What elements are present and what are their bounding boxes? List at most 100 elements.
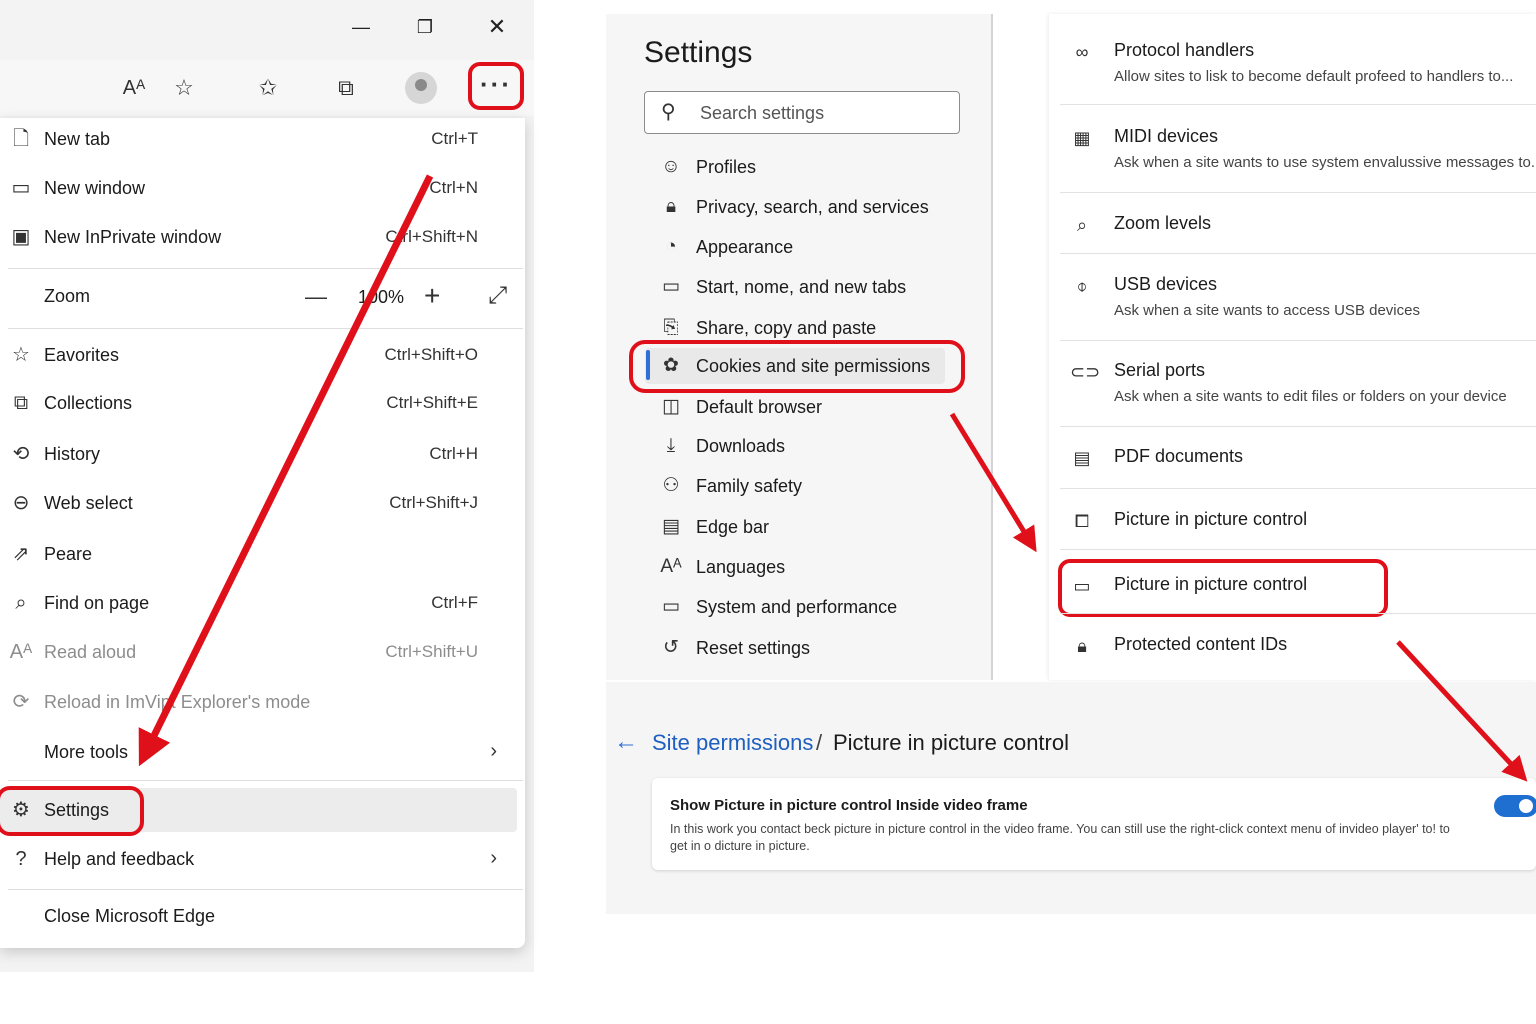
favorites-icon: ☆	[12, 344, 30, 366]
menu-item-read-aloud[interactable]: Aᴬ Read aloud Ctrl+Shift+U	[0, 631, 525, 675]
list-divider	[1060, 426, 1536, 427]
perm-protected-content[interactable]: 🔒︎ Protected content IDs	[1060, 634, 1536, 664]
edge-bar-icon: ▤	[662, 516, 680, 537]
menu-item-close-edge[interactable]: Close Microsoft Edge	[0, 895, 525, 939]
system-icon: ▭	[662, 596, 680, 617]
list-divider	[1060, 192, 1536, 193]
favorites-icon[interactable]: ✩	[250, 70, 286, 106]
nav-item-downloads[interactable]: ⤓ Downloads	[658, 427, 958, 465]
fullscreen-icon[interactable]: ⤢	[488, 282, 507, 310]
settings-annotation-ring	[0, 786, 144, 836]
page-title: Settings	[644, 36, 753, 69]
menu-divider	[8, 780, 523, 781]
nav-item-languages[interactable]: Aᴬ Languages	[658, 548, 958, 586]
zoom-in-button[interactable]: +	[424, 280, 440, 312]
perm-serial-ports[interactable]: ⊂⊃ Serial ports Ask when a site wants to…	[1060, 360, 1536, 420]
pip-icon: ⧠	[1074, 511, 1090, 531]
new-tab-icon: 🗋	[12, 128, 30, 150]
menu-item-collections[interactable]: ⧉ Collections Ctrl+Shift+E	[0, 382, 525, 426]
share-copy-icon: ⎘	[663, 317, 679, 338]
avatar[interactable]	[405, 72, 437, 104]
link-icon: ∞	[1075, 42, 1089, 62]
nav-item-appearance[interactable]: ◔ Appearance	[658, 228, 958, 266]
menu-item-inprivate[interactable]: ▣ New InPrivate window Ctrl+Shift+N	[0, 216, 525, 260]
reset-icon: ↺	[663, 637, 679, 658]
menu-item-share[interactable]: ⇗ Peare	[0, 533, 525, 577]
minimize-icon[interactable]: —	[346, 12, 376, 42]
perm-pdf-documents[interactable]: ▤ PDF documents	[1060, 446, 1536, 476]
family-icon: ⚇	[662, 475, 680, 496]
nav-item-default-browser[interactable]: ◫ Default browser	[658, 388, 958, 426]
appearance-icon: ◔	[665, 236, 677, 257]
history-icon: ⟲	[12, 443, 30, 465]
nav-item-reset[interactable]: ↺ Reset settings	[658, 629, 958, 667]
ie-mode-icon: ⟳	[12, 691, 30, 713]
menu-item-web-select[interactable]: ⊖ Web select Ctrl+Shift+J	[0, 482, 525, 526]
collections-icon: ⧉	[13, 392, 29, 414]
list-divider	[1060, 488, 1536, 489]
breadcrumb-current: Picture in picture control	[833, 730, 1069, 755]
browser-icon: ◫	[662, 396, 680, 417]
inprivate-icon: ▣	[11, 226, 31, 248]
menu-item-more-tools[interactable]: More tools ›	[0, 731, 525, 775]
find-icon: ⌕	[15, 592, 27, 614]
cookies-annotation-ring	[629, 340, 965, 393]
perm-usb-devices[interactable]: ⌽ USB devices Ask when a site wants to a…	[1060, 274, 1536, 334]
zoom-level: 100%	[358, 287, 405, 307]
nav-item-profiles[interactable]: ☺ Profiles	[658, 148, 958, 186]
add-favorite-icon[interactable]: ☆	[166, 70, 202, 106]
menu-item-favorites[interactable]: ☆ Eavorites Ctrl+Shift+O	[0, 334, 525, 378]
close-icon[interactable]: ✕	[482, 12, 512, 42]
web-select-icon: ⊖	[12, 492, 30, 514]
nav-item-edge-bar[interactable]: ▤ Edge bar	[658, 508, 958, 546]
collections-icon[interactable]: ⧉	[328, 70, 364, 106]
menu-item-new-window[interactable]: ▭ New window Ctrl+N	[0, 167, 525, 211]
panel-divider	[991, 14, 993, 680]
nav-item-privacy[interactable]: 🔒︎ Privacy, search, and services	[658, 188, 958, 226]
menu-item-help[interactable]: ? Help and feedback ›	[0, 838, 525, 882]
list-divider	[1060, 340, 1536, 341]
menu-divider	[8, 889, 523, 890]
setting-description: In this work you contact beck picture in…	[670, 822, 1450, 853]
nav-item-family[interactable]: ⚇ Family safety	[658, 467, 958, 505]
list-divider	[1060, 253, 1536, 254]
download-icon: ⤓	[666, 435, 676, 456]
start-page-icon: ▭	[662, 276, 680, 297]
perm-picture-in-picture[interactable]: ⧠ Picture in picture control	[1060, 509, 1536, 539]
more-options-button[interactable]: ···	[468, 62, 524, 110]
perm-protocol-handlers[interactable]: ∞ Protocol handlers Allow sites to lisk …	[1060, 40, 1536, 100]
midi-icon: ▦	[1073, 128, 1091, 148]
menu-item-new-tab[interactable]: 🗋 New tab Ctrl+T	[0, 118, 525, 162]
help-icon: ?	[15, 848, 27, 870]
lock-icon: 🔒︎	[665, 196, 677, 217]
toggle-knob	[1519, 799, 1533, 813]
chevron-right-icon: ›	[490, 847, 497, 869]
profile-icon: ☺	[661, 156, 681, 177]
nav-item-system[interactable]: ▭ System and performance	[658, 588, 958, 626]
menu-item-ie-mode[interactable]: ⟳ Reload in ImVipt Explorer's mode	[0, 681, 525, 725]
pdf-icon: ▤	[1073, 448, 1091, 468]
search-icon: ⚲	[661, 101, 676, 123]
perm-zoom-levels[interactable]: ⌕ Zoom levels	[1060, 213, 1536, 243]
menu-divider	[8, 268, 523, 269]
serial-port-icon: ⊂⊃	[1070, 362, 1101, 382]
menu-divider	[8, 328, 523, 329]
restore-icon[interactable]: ❐	[410, 12, 440, 42]
list-divider	[1060, 549, 1536, 550]
language-icon: Aᴬ	[660, 556, 682, 577]
breadcrumb-link[interactable]: Site permissions	[652, 730, 813, 756]
menu-item-find-on-page[interactable]: ⌕ Find on page Ctrl+F	[0, 582, 525, 626]
read-aloud-icon[interactable]: Aᴬ	[116, 70, 152, 106]
setting-title: Show Picture in picture control Inside v…	[670, 797, 1028, 814]
back-arrow-icon[interactable]: ←	[614, 728, 638, 756]
pip-annotation-ring	[1058, 559, 1388, 617]
zoom-out-button[interactable]: —	[305, 284, 327, 310]
list-divider	[1060, 613, 1536, 614]
nav-item-start[interactable]: ▭ Start, nome, and new tabs	[658, 268, 958, 306]
read-aloud-icon: Aᴬ	[9, 641, 33, 663]
menu-item-history[interactable]: ⟲ History Ctrl+H	[0, 433, 525, 477]
perm-midi-devices[interactable]: ▦ MIDI devices Ask when a site wants to …	[1060, 126, 1536, 186]
new-window-icon: ▭	[11, 177, 31, 199]
share-icon: ⇗	[12, 543, 30, 565]
usb-icon: ⌽	[1076, 276, 1088, 296]
